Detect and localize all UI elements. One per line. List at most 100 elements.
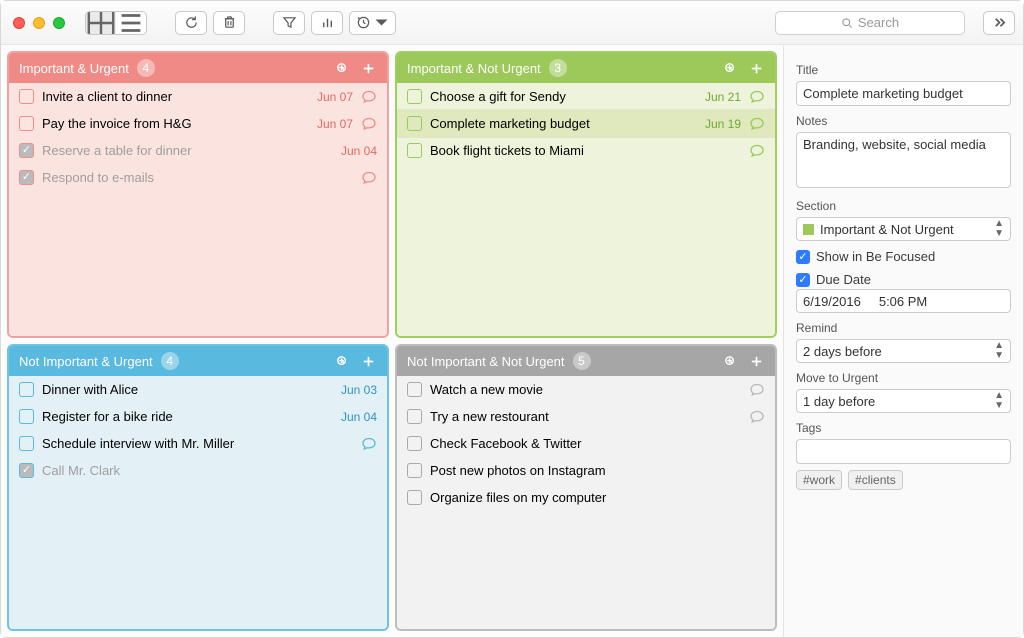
comment-icon[interactable] bbox=[749, 382, 765, 398]
window-controls bbox=[13, 17, 65, 29]
move-to-urgent-value: 1 day before bbox=[803, 394, 875, 409]
task-row[interactable]: Try a new restourant bbox=[397, 403, 775, 430]
tag-chip[interactable]: #clients bbox=[848, 470, 903, 490]
due-date-row[interactable]: ✓ Due Date bbox=[796, 272, 1011, 287]
task-checkbox[interactable] bbox=[407, 116, 422, 131]
task-checkbox[interactable] bbox=[19, 463, 34, 478]
task-row[interactable]: Dinner with AliceJun 03 bbox=[9, 376, 387, 403]
toggle-inspector-button[interactable] bbox=[983, 11, 1015, 35]
task-row[interactable]: Check Facebook & Twitter bbox=[397, 430, 775, 457]
add-task-button[interactable] bbox=[747, 59, 765, 77]
task-name: Post new photos on Instagram bbox=[430, 463, 765, 478]
checkbox-icon: ✓ bbox=[796, 250, 810, 264]
checkbox-icon: ✓ bbox=[796, 273, 810, 287]
comment-icon[interactable] bbox=[361, 116, 377, 132]
section-select[interactable]: Important & Not Urgent ▲▼ bbox=[796, 217, 1011, 241]
due-date-input[interactable]: 6/19/2016 5:06 PM bbox=[796, 289, 1011, 313]
zoom-in-icon[interactable] bbox=[333, 352, 351, 370]
task-row[interactable]: Respond to e-mails bbox=[9, 164, 387, 191]
task-row[interactable]: Organize files on my computer bbox=[397, 484, 775, 511]
task-row[interactable]: Schedule interview with Mr. Miller bbox=[9, 430, 387, 457]
task-checkbox[interactable] bbox=[19, 409, 34, 424]
task-row[interactable]: Call Mr. Clark bbox=[9, 457, 387, 484]
tag-chip[interactable]: #work bbox=[796, 470, 842, 490]
add-task-button[interactable] bbox=[747, 352, 765, 370]
zoom-in-icon[interactable] bbox=[721, 59, 739, 77]
quadrant-body: Choose a gift for SendyJun 21Complete ma… bbox=[397, 83, 775, 336]
quadrant-count: 4 bbox=[137, 59, 155, 77]
add-task-button[interactable] bbox=[359, 352, 377, 370]
task-due-date: Jun 07 bbox=[317, 90, 353, 104]
titlebar: Search bbox=[1, 1, 1023, 45]
tags-input[interactable] bbox=[796, 439, 1011, 464]
quadrant-title: Not Important & Not Urgent bbox=[407, 354, 565, 369]
quadrant-header: Important & Not Urgent3 bbox=[397, 53, 775, 83]
task-checkbox[interactable] bbox=[19, 89, 34, 104]
task-checkbox[interactable] bbox=[19, 382, 34, 397]
sync-button[interactable] bbox=[175, 11, 207, 35]
task-row[interactable]: Watch a new movie bbox=[397, 376, 775, 403]
filter-button[interactable] bbox=[273, 11, 305, 35]
comment-icon[interactable] bbox=[361, 89, 377, 105]
add-task-button[interactable] bbox=[359, 59, 377, 77]
task-name: Invite a client to dinner bbox=[42, 89, 309, 104]
delete-button[interactable] bbox=[213, 11, 245, 35]
search-field[interactable]: Search bbox=[775, 11, 965, 35]
comment-icon[interactable] bbox=[749, 116, 765, 132]
task-name: Complete marketing budget bbox=[430, 116, 697, 131]
show-be-focused-label: Show in Be Focused bbox=[816, 249, 935, 264]
quadrant-q2: Important & Not Urgent3Choose a gift for… bbox=[395, 51, 777, 338]
chevron-down-icon bbox=[374, 15, 389, 30]
quadrant-body: Watch a new movie Try a new restourant Che… bbox=[397, 376, 775, 629]
task-row[interactable]: Register for a bike rideJun 04 bbox=[9, 403, 387, 430]
quadrant-title: Important & Not Urgent bbox=[407, 61, 541, 76]
task-checkbox[interactable] bbox=[407, 382, 422, 397]
show-be-focused-row[interactable]: ✓ Show in Be Focused bbox=[796, 249, 1011, 264]
task-checkbox[interactable] bbox=[407, 143, 422, 158]
task-due-date: Jun 19 bbox=[705, 117, 741, 131]
history-button[interactable] bbox=[349, 11, 396, 35]
comment-icon[interactable] bbox=[749, 409, 765, 425]
task-checkbox[interactable] bbox=[19, 436, 34, 451]
task-checkbox[interactable] bbox=[407, 490, 422, 505]
task-checkbox[interactable] bbox=[407, 436, 422, 451]
task-row[interactable]: Reserve a table for dinnerJun 04 bbox=[9, 137, 387, 164]
minimize-window[interactable] bbox=[33, 17, 45, 29]
task-checkbox[interactable] bbox=[19, 170, 34, 185]
task-row[interactable]: Complete marketing budget Jun 19 bbox=[397, 110, 775, 137]
task-name: Book flight tickets to Miami bbox=[430, 143, 741, 158]
title-input[interactable] bbox=[796, 81, 1011, 106]
task-row[interactable]: Book flight tickets to Miami bbox=[397, 137, 775, 164]
zoom-in-icon[interactable] bbox=[721, 352, 739, 370]
comment-icon[interactable] bbox=[749, 89, 765, 105]
task-checkbox[interactable] bbox=[19, 116, 34, 131]
task-row[interactable]: Post new photos on Instagram bbox=[397, 457, 775, 484]
quadrant-count: 5 bbox=[573, 352, 591, 370]
task-name: Try a new restourant bbox=[430, 409, 741, 424]
task-checkbox[interactable] bbox=[407, 89, 422, 104]
task-row[interactable]: Invite a client to dinner Jun 07 bbox=[9, 83, 387, 110]
quadrant-q3: Not Important & Urgent4Dinner with Alice… bbox=[7, 344, 389, 631]
zoom-window[interactable] bbox=[53, 17, 65, 29]
zoom-in-icon[interactable] bbox=[333, 59, 351, 77]
quadrant-body: Invite a client to dinnerJun 07Pay the i… bbox=[9, 83, 387, 336]
notes-input[interactable] bbox=[796, 132, 1011, 188]
close-window[interactable] bbox=[13, 17, 25, 29]
due-time-value: 5:06 PM bbox=[879, 294, 927, 309]
comment-icon[interactable] bbox=[749, 143, 765, 159]
stats-button[interactable] bbox=[311, 11, 343, 35]
task-due-date: Jun 03 bbox=[341, 383, 377, 397]
comment-icon[interactable] bbox=[361, 436, 377, 452]
grid-view-button[interactable] bbox=[86, 12, 116, 34]
quadrant-header: Not Important & Urgent4 bbox=[9, 346, 387, 376]
move-to-urgent-select[interactable]: 1 day before ▲▼ bbox=[796, 389, 1011, 413]
task-row[interactable]: Choose a gift for SendyJun 21 bbox=[397, 83, 775, 110]
task-row[interactable]: Pay the invoice from H&GJun 07 bbox=[9, 110, 387, 137]
task-checkbox[interactable] bbox=[407, 463, 422, 478]
task-checkbox[interactable] bbox=[407, 409, 422, 424]
task-checkbox[interactable] bbox=[19, 143, 34, 158]
task-due-date: Jun 07 bbox=[317, 117, 353, 131]
list-view-button[interactable] bbox=[116, 12, 146, 34]
remind-select[interactable]: 2 days before ▲▼ bbox=[796, 339, 1011, 363]
comment-icon[interactable] bbox=[361, 170, 377, 186]
